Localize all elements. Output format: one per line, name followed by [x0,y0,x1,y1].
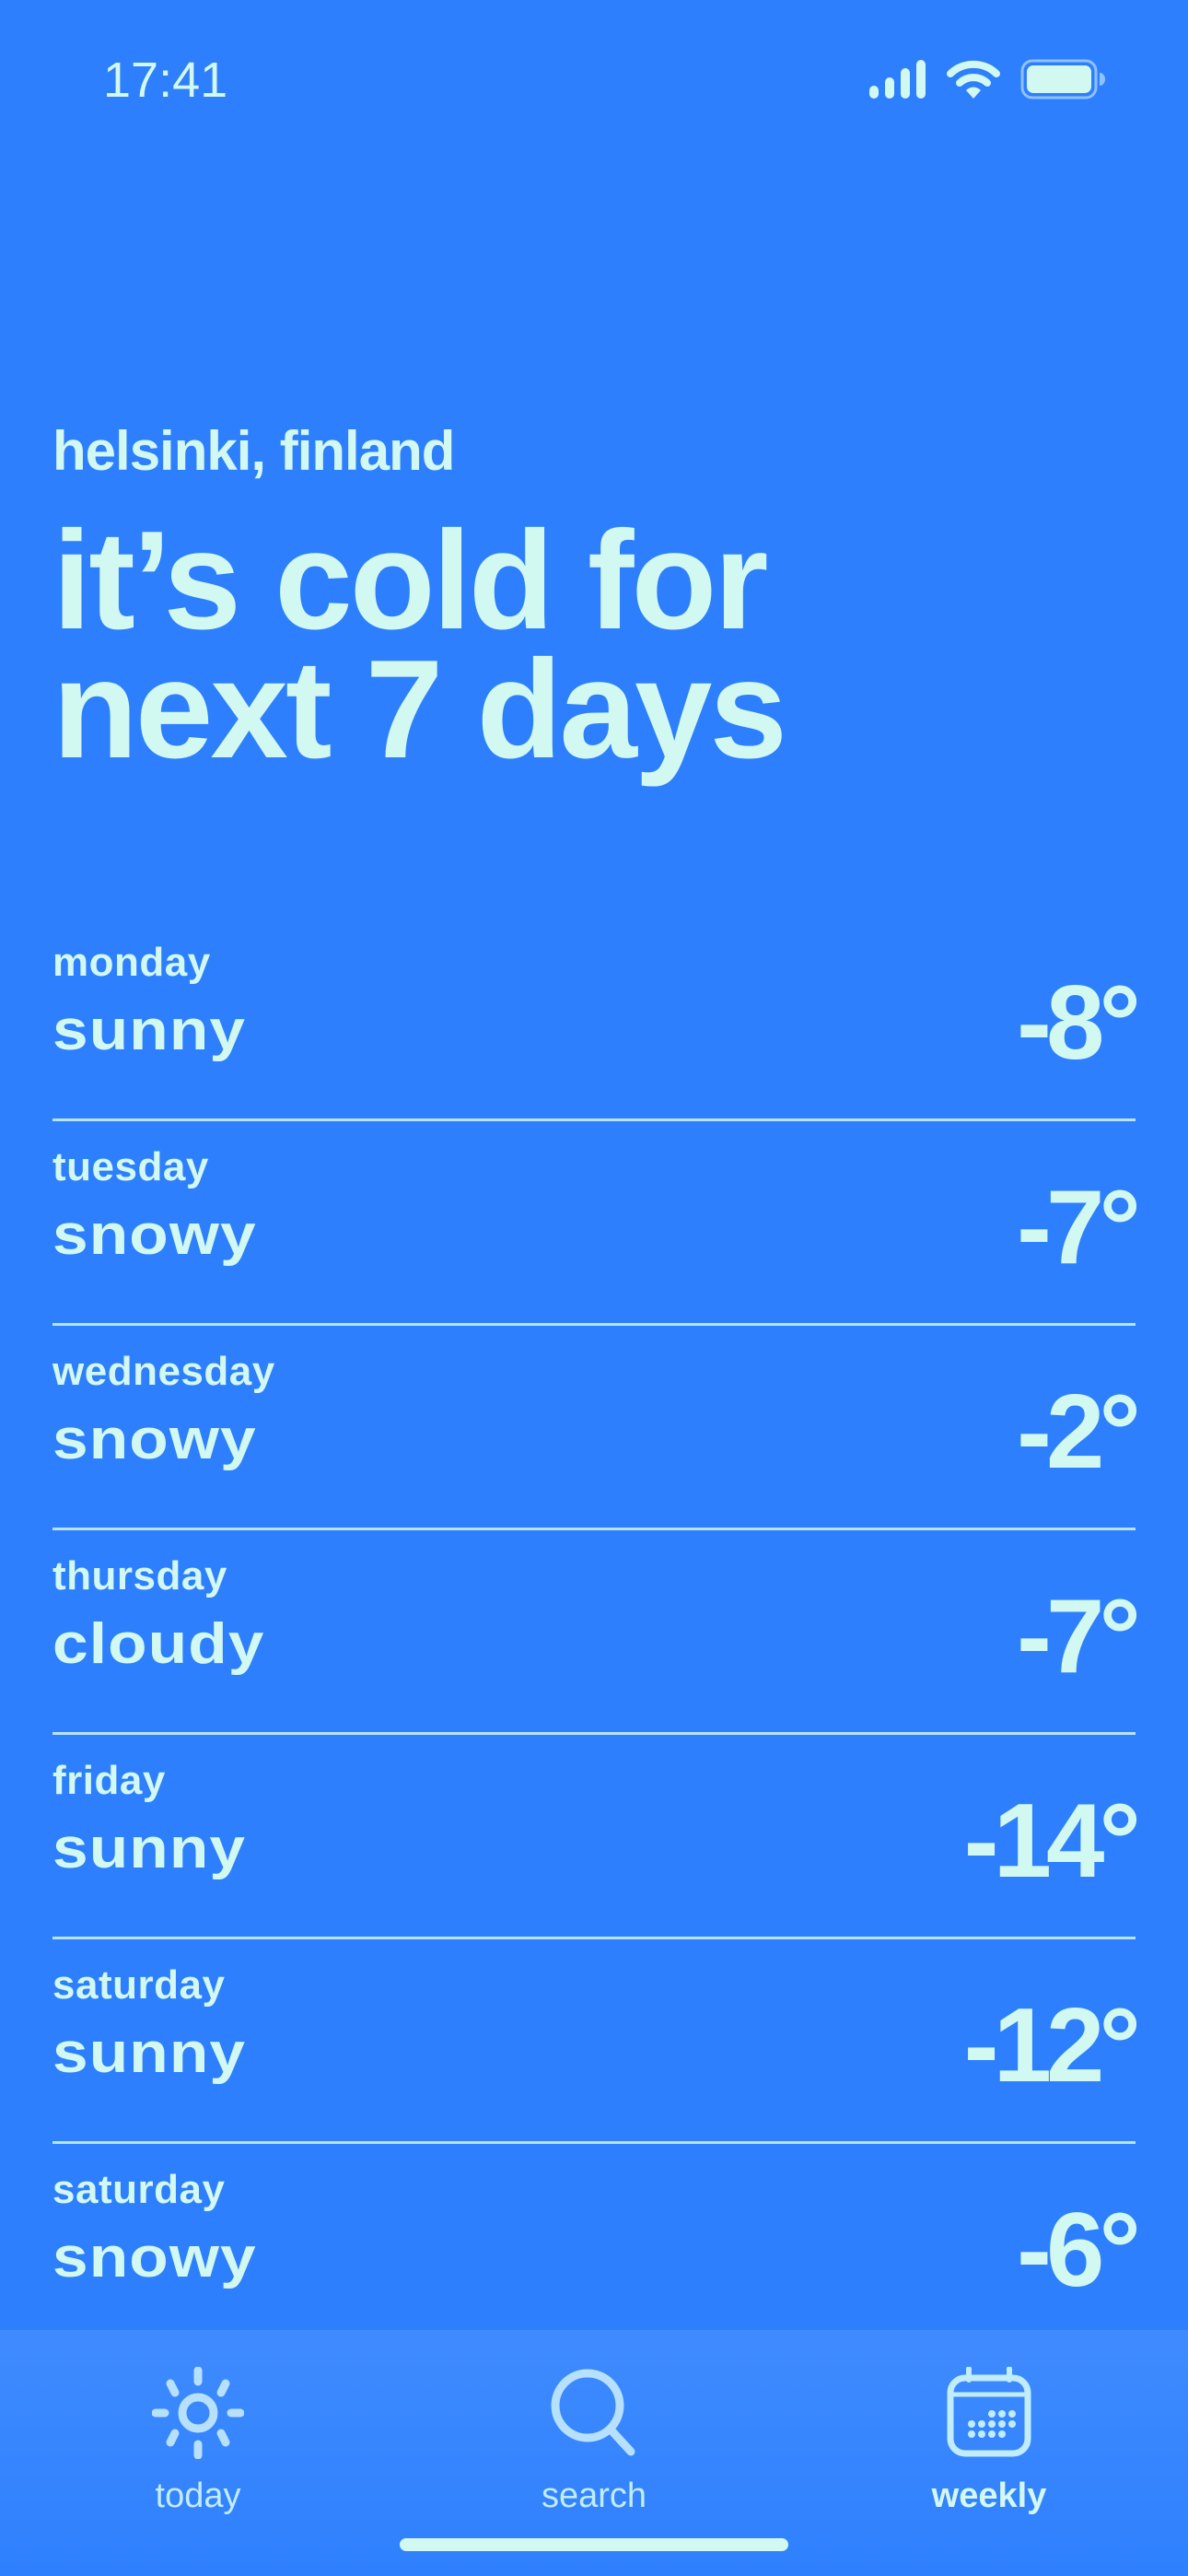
temperature: -6° [1017,2192,1141,2309]
calendar-icon [938,2362,1040,2464]
headline-line-2: next 7 days [52,631,787,788]
page-title: it’s cold for next 7 days [52,510,1139,779]
forecast-row[interactable]: thursday cloudy -7° [52,1530,1141,1735]
weather-condition: sunny [52,999,247,1062]
forecast-row[interactable]: wednesday snowy -2° [52,1326,1141,1530]
weather-condition: snowy [52,2226,257,2289]
wifi-icon [947,59,1000,104]
day-name: saturday [52,1962,226,2008]
forecast-row[interactable]: monday sunny -8° [52,917,1141,1121]
tab-weekly[interactable]: weekly [874,2362,1104,2519]
home-indicator[interactable] [400,2538,788,2551]
temperature: -14° [963,1783,1141,1900]
search-icon [543,2362,645,2464]
sun-icon [147,2362,249,2464]
weather-condition: sunny [52,2021,247,2085]
forecast-list: monday sunny -8° tuesday snowy -7° wedne… [52,917,1141,2348]
forecast-row[interactable]: friday sunny -14° [52,1735,1141,1939]
day-name: thursday [52,1553,227,1598]
status-bar: 17:41 [0,0,1188,157]
temperature: -2° [1017,1374,1141,1491]
day-name: saturday [52,2167,226,2212]
weather-condition: sunny [52,1817,247,1880]
location-label: helsinki, finland [52,420,455,482]
weather-condition: cloudy [52,1612,265,1676]
tab-label: search [541,2476,647,2515]
tab-search[interactable]: search [479,2362,709,2519]
weather-condition: snowy [52,1408,257,1471]
cellular-signal-icon [869,60,926,103]
tab-today[interactable]: today [83,2362,313,2519]
day-name: monday [52,940,211,985]
temperature: -7° [1017,1169,1141,1286]
weather-condition: snowy [52,1203,257,1267]
status-icons [869,59,1105,104]
temperature: -8° [1017,965,1141,1082]
day-name: friday [52,1758,166,1803]
forecast-row[interactable]: saturday sunny -12° [52,1939,1141,2144]
forecast-row[interactable]: saturday snowy -6° [52,2144,1141,2348]
battery-icon [1020,59,1105,104]
day-name: tuesday [52,1144,209,1189]
status-time: 17:41 [103,53,228,108]
forecast-row[interactable]: tuesday snowy -7° [52,1121,1141,1326]
temperature: -12° [963,1987,1141,2104]
day-name: wednesday [52,1349,275,1394]
tab-label: weekly [931,2476,1047,2515]
tab-label: today [155,2476,241,2515]
temperature: -7° [1017,1578,1141,1695]
